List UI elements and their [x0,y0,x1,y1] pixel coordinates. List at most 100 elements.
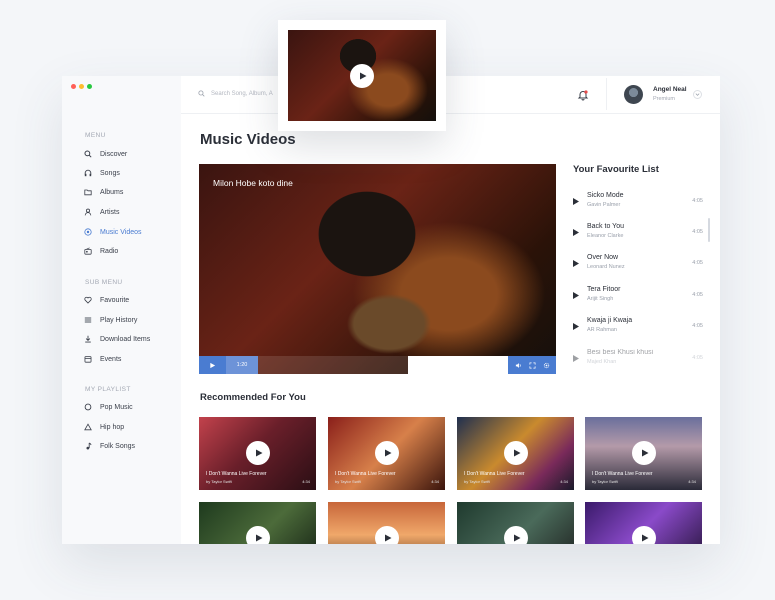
sidebar-item-label: Favourite [100,296,130,304]
video-card[interactable] [457,502,574,544]
play-button[interactable] [245,441,270,465]
avatar[interactable] [624,85,643,104]
progress-bar[interactable] [258,356,408,374]
headphones-icon [84,169,92,177]
submenu-section-title: SUB MENU [85,279,123,286]
play-button[interactable] [199,356,226,374]
video-card-artist: by Taylor Swift [592,479,618,484]
favourite-item[interactable]: Tera Fitoor Arijit Singh 4:05 [573,286,703,310]
video-card-duration: 4:34 [431,479,439,484]
play-button[interactable] [245,526,270,544]
maximize-window-dot[interactable] [87,84,92,89]
play-button[interactable] [631,441,656,465]
search-icon [198,90,205,97]
favourite-duration: 4:05 [692,292,703,298]
favourite-artist: Eleanor Clarke [587,233,624,239]
radio-icon [84,247,92,255]
sidebar-item-favourite[interactable]: Favourite [84,294,129,306]
play-icon [384,449,391,457]
video-card-title: I Don't Wanna Live Forever [592,471,653,477]
play-button[interactable] [503,526,528,544]
user-plan: Premium [653,96,676,102]
video-icon [84,228,92,236]
recommended-title: Recommended For You [200,392,306,403]
video-card-title: I Don't Wanna Live Forever [335,471,396,477]
favourite-list-scrollbar[interactable] [708,218,710,242]
play-icon [513,449,520,457]
music-note-icon [84,442,92,450]
favourite-item[interactable]: Kwaja ji Kwaja AR Rahman 4:05 [573,317,703,341]
circle-icon [84,403,92,411]
favourite-artist: Leonard Nunez [587,264,625,270]
video-player[interactable]: Milon Hobe koto dine 1:20 [199,164,556,374]
video-card[interactable] [585,502,702,544]
floating-video-preview[interactable] [278,20,446,131]
search-icon [84,150,92,158]
play-icon [573,292,579,299]
play-icon [255,534,262,542]
play-icon [357,72,367,80]
volume-icon[interactable] [515,362,522,369]
play-icon [209,362,216,369]
play-button[interactable] [350,63,374,88]
play-button[interactable] [631,526,656,544]
sidebar-item-hip-hop[interactable]: Hip hop [84,421,124,433]
favourite-duration: 4:05 [692,355,703,361]
video-card[interactable]: I Don't Wanna Live Forever by Taylor Swif… [199,417,316,490]
calendar-icon [84,355,92,363]
favourite-list-title: Your Favourite List [573,164,659,175]
sidebar-item-download-items[interactable]: Download Items [84,333,150,345]
favourite-duration: 4:05 [692,260,703,266]
video-card[interactable]: I Don't Wanna Live Forever by Taylor Swif… [457,417,574,490]
video-card[interactable] [328,502,445,544]
sidebar-item-albums[interactable]: Albums [84,186,123,198]
favourite-item[interactable]: Besi besi Khusi khusi Majed Khan 4:05 [573,349,703,373]
sidebar-item-label: Discover [100,150,128,158]
video-card-artist: by Taylor Swift [464,479,490,484]
favourite-song: Back to You [587,223,624,230]
search-input[interactable]: Search Song, Album, A [198,90,273,97]
download-icon [84,335,92,343]
favourite-artist: Gavin Palmer [587,202,621,208]
video-card-artist: by Taylor Swift [206,479,232,484]
progress-track[interactable] [408,356,508,374]
sidebar-item-label: Play History [100,316,138,324]
favourite-song: Kwaja ji Kwaja [587,317,633,324]
play-icon [641,449,648,457]
menu-section-title: MENU [85,132,106,139]
user-name: Angel Neal [653,86,687,93]
video-card[interactable] [199,502,316,544]
sidebar-item-label: Events [100,355,122,363]
notification-bell-icon[interactable] [577,88,589,101]
sidebar-item-label: Music Videos [100,228,142,236]
user-menu-toggle[interactable] [693,90,702,99]
sidebar-item-play-history[interactable]: Play History [84,314,137,326]
favourite-item[interactable]: Sicko Mode Gavin Palmer 4:05 [573,192,703,216]
sidebar: MENU Discover Songs Albums Artists Music… [62,76,181,544]
favourite-song: Over Now [587,254,619,261]
favourite-item[interactable]: Over Now Leonard Nunez 4:05 [573,254,703,278]
video-card[interactable]: I Don't Wanna Live Forever by Taylor Swif… [328,417,445,490]
close-window-dot[interactable] [71,84,76,89]
video-card[interactable]: I Don't Wanna Live Forever by Taylor Swif… [585,417,702,490]
sidebar-item-radio[interactable]: Radio [84,245,118,257]
sidebar-item-music-videos[interactable]: Music Videos [84,226,142,238]
favourite-item[interactable]: Back to You Eleanor Clarke 4:05 [573,223,703,247]
sidebar-item-discover[interactable]: Discover [84,148,127,160]
player-options [508,356,556,374]
sidebar-item-pop-music[interactable]: Pop Music [84,401,133,413]
sidebar-item-folk-songs[interactable]: Folk Songs [84,440,135,452]
play-icon [573,198,579,205]
minimize-window-dot[interactable] [79,84,84,89]
sidebar-item-artists[interactable]: Artists [84,206,119,218]
sidebar-item-events[interactable]: Events [84,353,121,365]
play-button[interactable] [503,441,528,465]
app-window: MENU Discover Songs Albums Artists Music… [62,76,720,544]
play-button[interactable] [374,441,399,465]
sidebar-item-songs[interactable]: Songs [84,167,120,179]
folder-icon [84,188,92,196]
fullscreen-icon[interactable] [529,362,536,369]
sidebar-item-label: Download Items [100,335,151,343]
play-button[interactable] [374,526,399,544]
settings-gear-icon[interactable] [543,362,550,369]
